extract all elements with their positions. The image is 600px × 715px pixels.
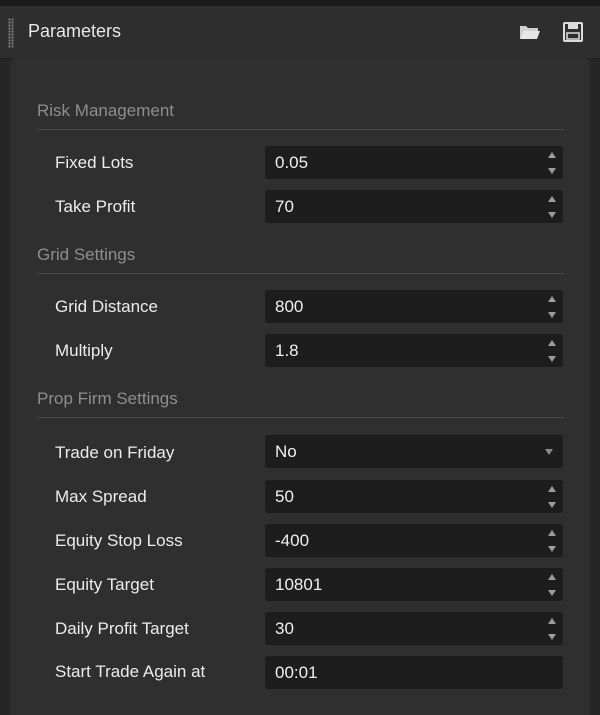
parameters-panel: Risk Management Fixed Lots 0.05 Take Pro…: [10, 58, 590, 715]
equity-stop-loss-value: -400: [275, 531, 310, 550]
take-profit-input[interactable]: 70: [265, 190, 563, 223]
stepper-up-icon[interactable]: [548, 530, 556, 536]
trade-on-friday-value: No: [275, 442, 297, 461]
drag-handle[interactable]: [8, 18, 14, 48]
param-label-max-spread: Max Spread: [55, 487, 147, 506]
stepper-down-icon[interactable]: [548, 502, 556, 508]
stepper-down-icon[interactable]: [548, 634, 556, 640]
stepper-up-icon[interactable]: [548, 574, 556, 580]
stepper-up-icon[interactable]: [548, 618, 556, 624]
param-label-daily-profit-target: Daily Profit Target: [55, 619, 189, 638]
max-spread-input[interactable]: 50: [265, 480, 563, 513]
section-divider: [37, 273, 564, 274]
section-divider: [37, 129, 564, 130]
max-spread-stepper[interactable]: [547, 486, 557, 508]
stepper-up-icon[interactable]: [548, 340, 556, 346]
daily-profit-target-stepper[interactable]: [547, 618, 557, 640]
fixed-lots-input[interactable]: 0.05: [265, 146, 563, 179]
chevron-down-icon[interactable]: [545, 449, 553, 455]
grid-distance-input[interactable]: 800: [265, 290, 563, 323]
multiply-stepper[interactable]: [547, 340, 557, 362]
save-icon[interactable]: [560, 20, 586, 44]
param-label-take-profit: Take Profit: [55, 197, 136, 216]
param-label-trade-on-friday: Trade on Friday: [55, 443, 175, 462]
section-prop-firm-settings: Prop Firm Settings: [37, 389, 178, 408]
param-label-fixed-lots: Fixed Lots: [55, 153, 134, 172]
equity-target-value: 10801: [275, 575, 323, 594]
stepper-down-icon[interactable]: [548, 168, 556, 174]
multiply-value: 1.8: [275, 341, 299, 360]
section-grid-settings: Grid Settings: [37, 245, 136, 264]
stepper-up-icon[interactable]: [548, 486, 556, 492]
equity-stop-loss-input[interactable]: -400: [265, 524, 563, 557]
stepper-down-icon[interactable]: [548, 356, 556, 362]
stepper-down-icon[interactable]: [548, 212, 556, 218]
daily-profit-target-input[interactable]: 30: [265, 612, 563, 645]
equity-target-stepper[interactable]: [547, 574, 557, 596]
param-label-equity-stop-loss: Equity Stop Loss: [55, 531, 183, 550]
start-trade-again-at-input[interactable]: 00:01: [265, 656, 563, 689]
section-divider: [37, 417, 564, 418]
daily-profit-target-value: 30: [275, 619, 294, 638]
parameters-window: Parameters Risk Management Fixed Lots 0.…: [0, 0, 600, 715]
fixed-lots-value: 0.05: [275, 153, 309, 172]
stepper-down-icon[interactable]: [548, 590, 556, 596]
stepper-down-icon[interactable]: [548, 312, 556, 318]
equity-stop-loss-stepper[interactable]: [547, 530, 557, 552]
stepper-up-icon[interactable]: [548, 196, 556, 202]
equity-target-input[interactable]: 10801: [265, 568, 563, 601]
param-label-grid-distance: Grid Distance: [55, 297, 158, 316]
param-label-multiply: Multiply: [55, 341, 113, 360]
take-profit-value: 70: [275, 197, 294, 216]
trade-on-friday-select[interactable]: No: [265, 435, 563, 468]
multiply-input[interactable]: 1.8: [265, 334, 563, 367]
open-folder-icon[interactable]: [517, 20, 543, 44]
panel-title: Parameters: [28, 21, 122, 41]
stepper-up-icon[interactable]: [548, 296, 556, 302]
grid-distance-value: 800: [275, 297, 304, 316]
section-risk-management: Risk Management: [37, 101, 175, 120]
stepper-up-icon[interactable]: [548, 152, 556, 158]
param-label-equity-target: Equity Target: [55, 575, 154, 594]
max-spread-value: 50: [275, 487, 294, 506]
fixed-lots-stepper[interactable]: [547, 152, 557, 174]
param-label-start-trade-again-at: Start Trade Again at: [55, 662, 206, 681]
grid-distance-stepper[interactable]: [547, 296, 557, 318]
take-profit-stepper[interactable]: [547, 196, 557, 218]
start-trade-again-at-value: 00:01: [275, 663, 318, 682]
parameters-header: Parameters: [0, 6, 600, 59]
stepper-down-icon[interactable]: [548, 546, 556, 552]
